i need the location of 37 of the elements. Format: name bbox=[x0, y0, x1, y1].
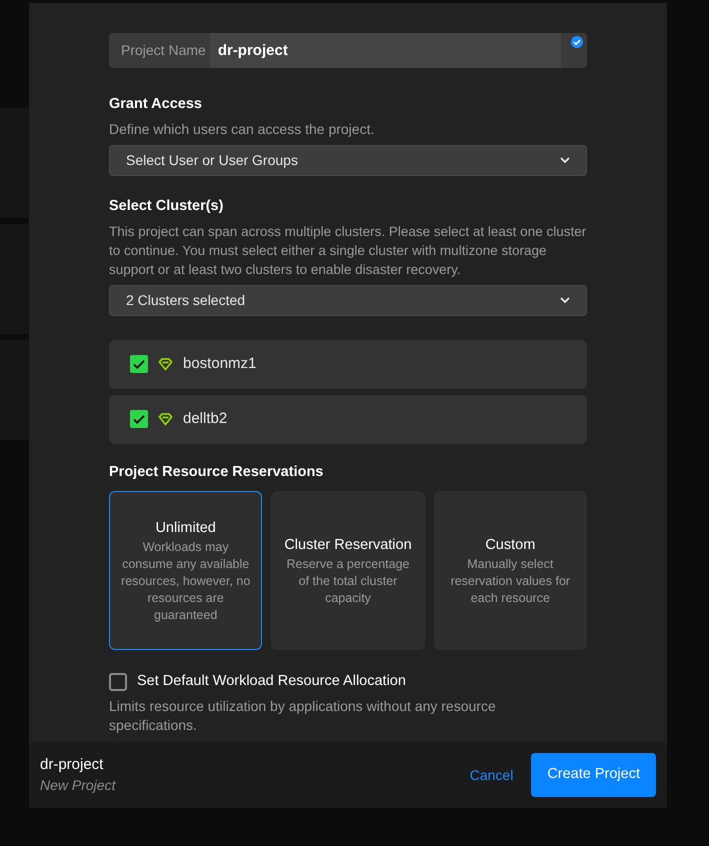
dropdown-value: 2 Clusters selected bbox=[126, 290, 246, 310]
cluster-name: bostonmz1 bbox=[183, 354, 256, 374]
option-description: Workloads may consume any available resources, however, no resources are guaranteed bbox=[120, 538, 252, 624]
chevron-down-icon bbox=[560, 296, 570, 304]
chevron-down-icon bbox=[560, 156, 570, 164]
footer-title: dr-project bbox=[40, 755, 104, 775]
user-dropdown[interactable]: Select User or User Groups bbox=[109, 144, 587, 176]
section-description: This project can span across multiple clusters. Please select at least one cluster to continue. You must select either a single cluster with multizone storage support or at least two clusters to enable disaster recovery. bbox=[109, 222, 587, 278]
cluster-row[interactable]: bostonmz1 bbox=[109, 340, 587, 388]
section-description: Limits resource utilization by applications without any resource specifications. bbox=[109, 697, 497, 735]
section-title: Select Cluster(s) bbox=[109, 196, 224, 216]
cancel-link[interactable]: Cancel bbox=[466, 764, 518, 786]
diamond-icon bbox=[158, 412, 173, 426]
checkbox[interactable] bbox=[109, 673, 127, 692]
reservation-option[interactable]: Custom Manually select reservation values for each resource bbox=[434, 491, 587, 650]
option-title: Cluster Reservation bbox=[284, 536, 412, 555]
footer-subtitle: New Project bbox=[40, 776, 116, 795]
checkbox[interactable] bbox=[130, 410, 148, 428]
checkbox-label: Set Default Workload Resource Allocation bbox=[137, 672, 406, 692]
section-title: Project Resource Reservations bbox=[109, 462, 324, 482]
dropdown-value: Select User or User Groups bbox=[126, 150, 298, 170]
section-title: Grant Access bbox=[109, 95, 203, 114]
section-description: Define which users can access the project. bbox=[109, 120, 376, 139]
reservation-option[interactable]: Unlimited Workloads may consume any available resources, however, no resources are guaranteed bbox=[109, 491, 262, 650]
cluster-name: delltb2 bbox=[183, 408, 228, 429]
field-label: Project Name bbox=[120, 41, 207, 60]
option-title: Unlimited bbox=[155, 518, 216, 538]
cluster-dropdown[interactable]: 2 Clusters selected bbox=[109, 284, 587, 316]
checkbox[interactable] bbox=[130, 355, 148, 373]
diamond-icon bbox=[158, 358, 173, 370]
reservation-option[interactable]: Cluster Reservation Reserve a percentage of the total cluster capacity bbox=[271, 491, 425, 650]
project-name-field[interactable]: Project Name dr-project bbox=[109, 33, 587, 68]
create-project-button[interactable]: Create Project bbox=[531, 753, 656, 797]
option-description: Manually select reservation values for each resource bbox=[450, 556, 572, 607]
option-title: Custom bbox=[485, 536, 536, 555]
cluster-row[interactable]: delltb2 bbox=[109, 394, 587, 444]
option-description: Reserve a percentage of the total cluster capacity bbox=[285, 556, 410, 607]
